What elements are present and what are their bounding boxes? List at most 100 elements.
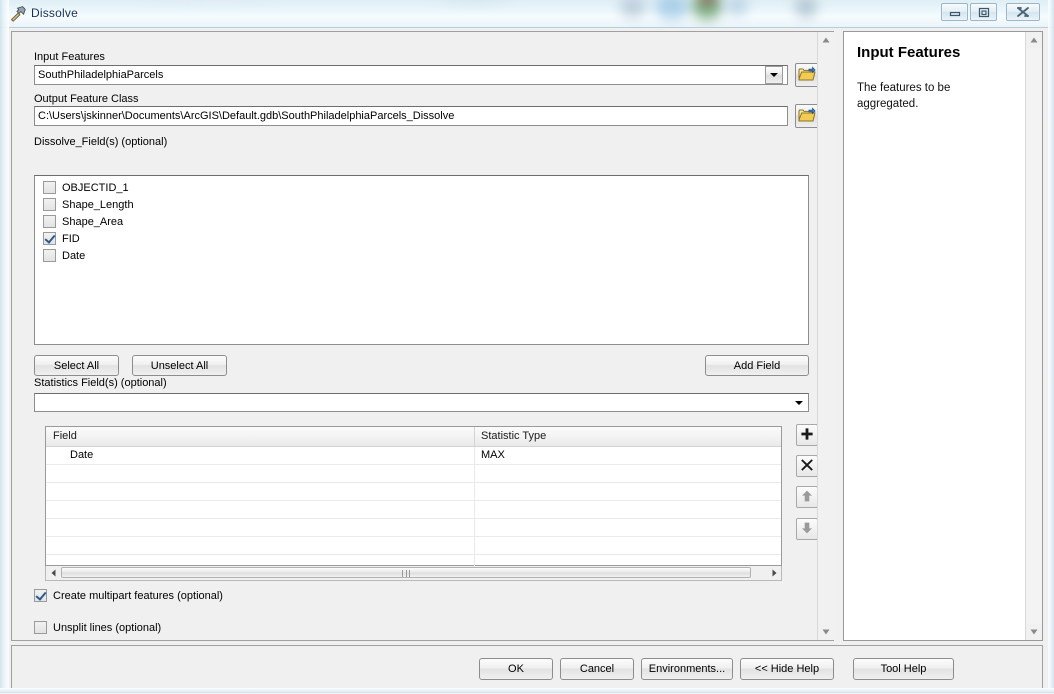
field-checkbox[interactable] <box>43 181 56 194</box>
param-scroll-down-arrow[interactable] <box>818 624 834 640</box>
parameters-panel: Input Features SouthPhiladelphiaParcels … <box>11 31 834 641</box>
unsplit-lines-label: Unsplit lines (optional) <box>53 621 162 634</box>
hscroll-left-arrow[interactable] <box>46 566 60 579</box>
input-features-input[interactable]: SouthPhiladelphiaParcels <box>34 65 788 85</box>
output-feature-class-browse-button[interactable] <box>795 104 819 128</box>
select-all-button[interactable]: Select All <box>34 355 119 376</box>
arrow-down-icon <box>800 521 814 538</box>
column-header-statistic-type[interactable]: Statistic Type <box>481 430 546 442</box>
add-statistic-button[interactable] <box>796 424 818 446</box>
dissolve-dialog-window: Dissolve Input Features SouthPhiladelphi… <box>0 0 1054 694</box>
table-row[interactable] <box>46 483 781 501</box>
output-feature-class-input[interactable]: C:\Users\jskinner\Documents\ArcGIS\Defau… <box>34 106 788 126</box>
close-button[interactable] <box>1006 3 1040 21</box>
output-feature-class-label: Output Feature Class <box>34 93 139 105</box>
cell-divider <box>474 465 475 482</box>
list-item-label: Date <box>62 249 86 262</box>
maximize-button[interactable] <box>970 3 997 21</box>
help-title: Input Features <box>857 44 961 61</box>
table-row[interactable] <box>46 519 781 537</box>
cell-divider <box>474 501 475 518</box>
statistics-fields-label: Statistics Field(s) (optional) <box>34 377 167 389</box>
parameters-panel-scrollbar[interactable] <box>817 32 834 640</box>
input-features-browse-button[interactable] <box>795 63 819 87</box>
statistics-fields-dropdown-button[interactable] <box>791 395 807 410</box>
column-divider[interactable] <box>474 427 475 446</box>
table-row[interactable] <box>46 537 781 555</box>
cell-field: Date <box>70 449 94 461</box>
field-checkbox[interactable] <box>43 232 56 245</box>
hscroll-right-arrow[interactable] <box>767 566 781 579</box>
close-icon <box>1007 4 1039 20</box>
table-row[interactable] <box>46 501 781 519</box>
cell-divider <box>474 447 475 464</box>
arrow-up-icon <box>800 489 814 506</box>
hscroll-grip-icon <box>402 570 410 577</box>
help-panel: Input Features The features to be aggreg… <box>843 31 1043 641</box>
window-left-edge <box>0 0 9 693</box>
create-multipart-label: Create multipart features (optional) <box>53 589 223 602</box>
field-checkbox[interactable] <box>43 249 56 262</box>
list-item-label: FID <box>62 232 80 245</box>
add-field-button[interactable]: Add Field <box>705 355 809 376</box>
help-scroll-up-arrow[interactable] <box>1026 32 1042 48</box>
open-folder-icon <box>798 65 816 85</box>
list-item-label: Shape_Area <box>62 215 124 228</box>
minimize-icon <box>942 4 967 20</box>
cancel-button[interactable]: Cancel <box>560 658 634 680</box>
list-item[interactable]: OBJECTID_1 <box>35 179 808 196</box>
help-panel-scrollbar[interactable] <box>1025 32 1042 640</box>
table-row[interactable]: Date MAX <box>46 447 781 465</box>
move-statistic-up-button[interactable] <box>796 486 818 508</box>
move-statistic-down-button[interactable] <box>796 518 818 540</box>
output-feature-class-value: C:\Users\jskinner\Documents\ArcGIS\Defau… <box>38 110 455 122</box>
remove-statistic-button[interactable] <box>796 455 818 477</box>
input-features-label: Input Features <box>34 51 105 63</box>
cell-divider <box>474 483 475 500</box>
list-item[interactable]: Shape_Length <box>35 196 808 213</box>
statistics-grid[interactable]: Field Statistic Type Date MAX <box>45 426 782 573</box>
table-row[interactable] <box>46 465 781 483</box>
list-item[interactable]: FID <box>35 230 808 247</box>
open-folder-icon <box>798 106 816 126</box>
list-item-label: Shape_Length <box>62 198 134 211</box>
list-item[interactable]: Date <box>35 247 808 264</box>
title-bar: Dissolve <box>0 0 1054 27</box>
create-multipart-checkbox[interactable] <box>34 589 47 602</box>
cell-divider <box>474 519 475 536</box>
help-scroll-down-arrow[interactable] <box>1026 624 1042 640</box>
window-right-edge <box>1048 0 1054 693</box>
plus-icon <box>800 427 814 444</box>
title-bar-glass-backdrop <box>0 0 1054 27</box>
maximize-icon <box>971 4 996 20</box>
field-checkbox[interactable] <box>43 198 56 211</box>
cell-divider <box>474 537 475 554</box>
tool-help-button[interactable]: Tool Help <box>853 658 954 680</box>
unselect-all-button[interactable]: Unselect All <box>132 355 227 376</box>
window-bottom-edge <box>0 688 1054 693</box>
column-header-field[interactable]: Field <box>53 430 77 442</box>
hscroll-thumb[interactable] <box>61 567 751 578</box>
dissolve-fields-listbox[interactable]: OBJECTID_1 Shape_Length Shape_Area FID D… <box>34 175 809 345</box>
create-multipart-option[interactable]: Create multipart features (optional) <box>34 589 223 602</box>
unsplit-lines-checkbox[interactable] <box>34 621 47 634</box>
minimize-button[interactable] <box>941 3 968 21</box>
field-checkbox[interactable] <box>43 215 56 228</box>
input-features-dropdown-button[interactable] <box>765 66 783 84</box>
param-scroll-up-arrow[interactable] <box>818 32 834 48</box>
window-title: Dissolve <box>31 6 78 20</box>
ok-button[interactable]: OK <box>479 658 553 680</box>
statistics-grid-hscrollbar[interactable] <box>45 566 782 581</box>
cell-statistic-type: MAX <box>481 449 505 461</box>
input-features-value: SouthPhiladelphiaParcels <box>38 69 164 81</box>
unsplit-lines-option[interactable]: Unsplit lines (optional) <box>34 621 161 634</box>
statistics-fields-combo[interactable] <box>34 393 809 412</box>
dialog-footer: OK Cancel Environments... << Hide Help T… <box>11 645 1043 689</box>
chevron-down-icon <box>795 400 803 405</box>
grid-header-row: Field Statistic Type <box>46 427 781 447</box>
environments-button[interactable]: Environments... <box>641 658 733 680</box>
hide-help-button[interactable]: << Hide Help <box>740 658 834 680</box>
list-item[interactable]: Shape_Area <box>35 213 808 230</box>
list-item-label: OBJECTID_1 <box>62 181 129 194</box>
help-text: The features to be aggregated. <box>857 82 951 110</box>
